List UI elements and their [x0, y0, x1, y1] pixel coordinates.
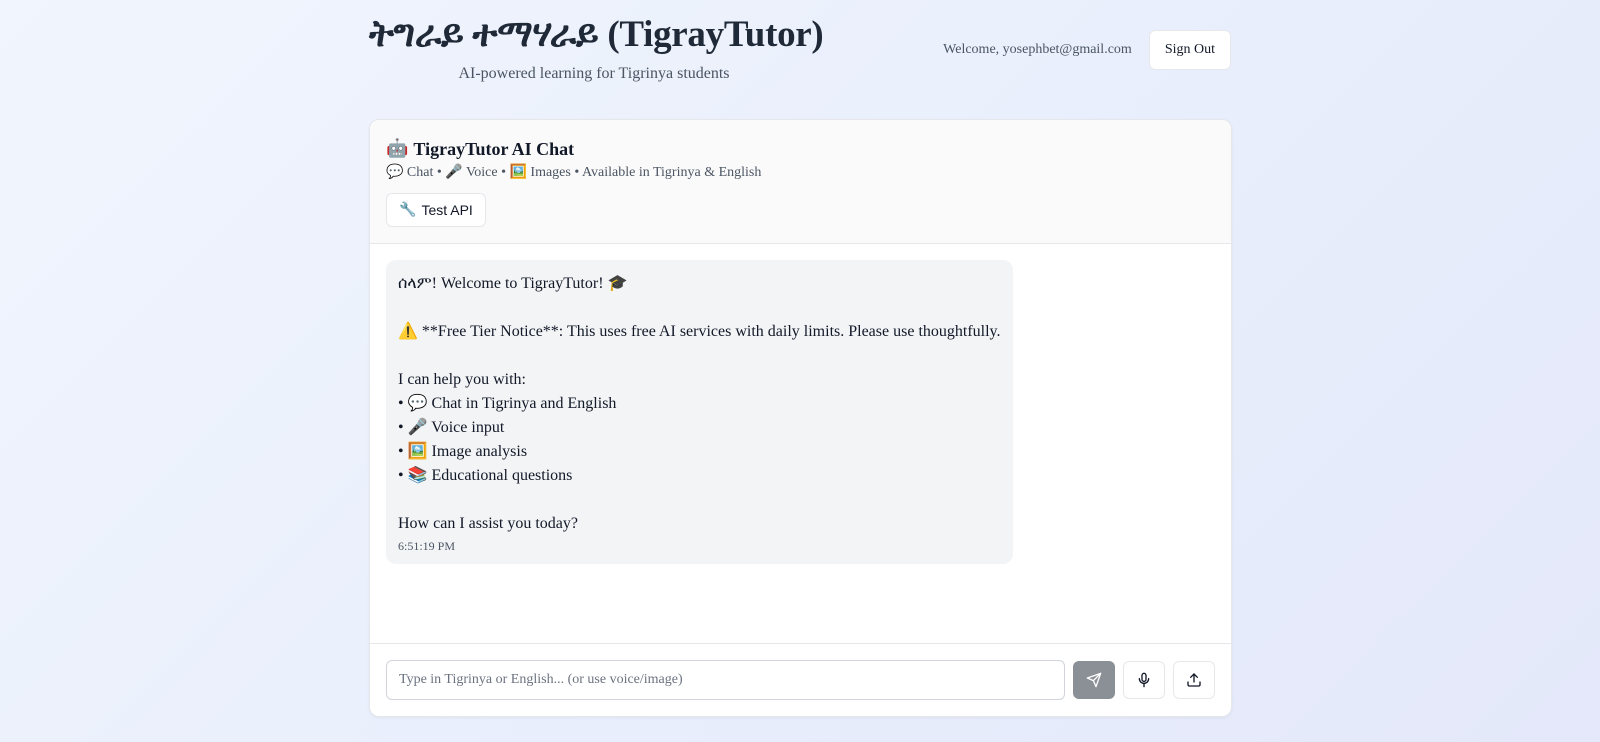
- welcome-text: Welcome, yosephbet@gmail.com: [943, 42, 1132, 57]
- message-closing: How can I assist you today?: [398, 515, 578, 532]
- chat-input-bar: [370, 643, 1231, 716]
- robot-icon: 🤖: [386, 138, 409, 159]
- message-help-item: • 📚 Educational questions: [398, 467, 573, 484]
- message-help-item: • 🖼️ Image analysis: [398, 443, 528, 460]
- send-button[interactable]: [1073, 661, 1116, 699]
- message-help-item: • 💬 Chat in Tigrinya and English: [398, 395, 617, 412]
- app-header: ትግራይ ተማሃራይ (TigrayTutor) AI-powered lear…: [369, 12, 1231, 92]
- voice-button[interactable]: [1123, 661, 1166, 699]
- chat-card: 🤖 TigrayTutor AI Chat 💬 Chat • 🎤 Voice •…: [369, 119, 1232, 717]
- user-area: Welcome, yosephbet@gmail.com Sign Out: [943, 30, 1231, 70]
- sign-out-button[interactable]: Sign Out: [1148, 30, 1231, 70]
- app-subtitle: AI-powered learning for Tigrinya student…: [458, 65, 730, 82]
- app-title: ትግራይ ተማሃራይ (TigrayTutor): [369, 14, 824, 55]
- message-help-item: • 🎤 Voice input: [398, 419, 505, 436]
- brand: ትግራይ ተማሃራይ (TigrayTutor) AI-powered lear…: [369, 12, 824, 83]
- message-list[interactable]: ሰላም! Welcome to TigrayTutor! 🎓 ⚠️ **Free…: [370, 244, 1231, 644]
- upload-image-button[interactable]: [1173, 661, 1215, 699]
- message-timestamp: 6:51:19 PM: [398, 539, 456, 553]
- message-help-intro: I can help you with:: [398, 371, 526, 388]
- wrench-icon: 🔧: [399, 202, 417, 218]
- chat-title: 🤖 TigrayTutor AI Chat: [386, 138, 1215, 160]
- test-api-label: Test API: [421, 202, 473, 218]
- chat-title-text: TigrayTutor AI Chat: [413, 139, 575, 159]
- test-api-button[interactable]: 🔧 Test API: [386, 193, 486, 227]
- upload-icon: [1187, 673, 1201, 687]
- chat-header: 🤖 TigrayTutor AI Chat 💬 Chat • 🎤 Voice •…: [370, 120, 1231, 244]
- microphone-icon: [1138, 672, 1150, 688]
- message-notice: ⚠️ **Free Tier Notice**: This uses free …: [398, 323, 1001, 340]
- message-greeting: ሰላም! Welcome to TigrayTutor! 🎓: [398, 275, 628, 292]
- chat-features: 💬 Chat • 🎤 Voice • 🖼️ Images • Available…: [386, 165, 762, 180]
- chat-input[interactable]: [386, 660, 1066, 700]
- assistant-message: ሰላም! Welcome to TigrayTutor! 🎓 ⚠️ **Free…: [386, 260, 1013, 564]
- send-icon: [1087, 672, 1102, 688]
